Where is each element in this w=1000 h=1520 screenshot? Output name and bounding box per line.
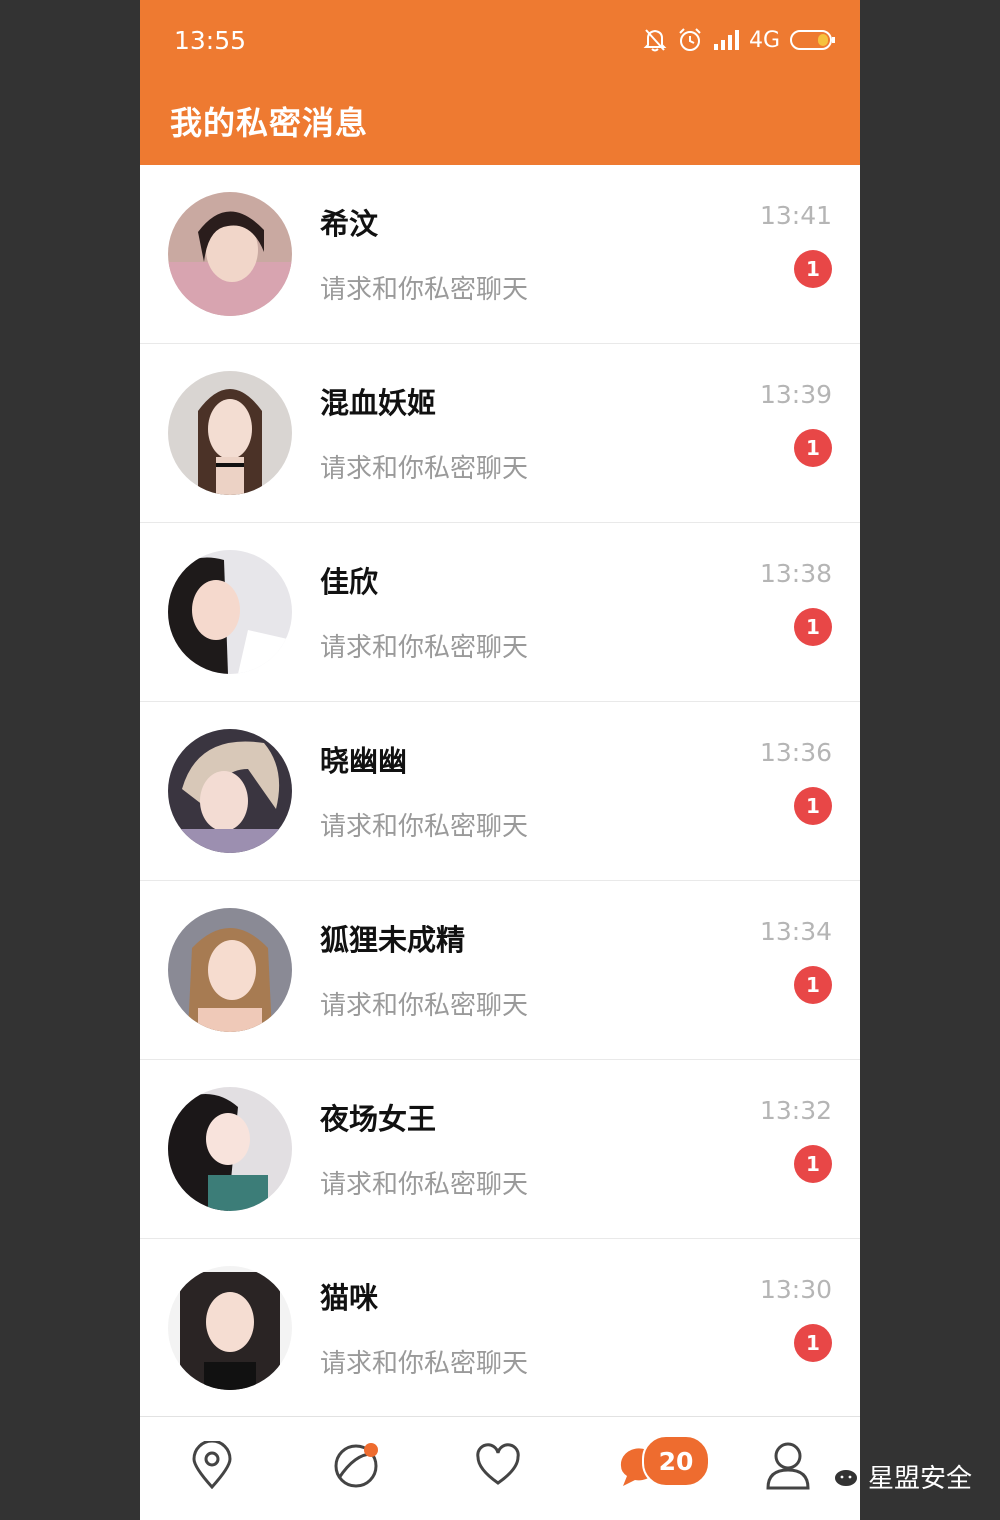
conversation-row[interactable]: 希汶 请求和你私密聊天 13:41 1 xyxy=(140,165,860,344)
user-icon xyxy=(765,1440,811,1494)
contact-name: 猫咪 xyxy=(320,1281,379,1315)
avatar[interactable] xyxy=(168,1087,292,1211)
unread-badge: 1 xyxy=(794,429,832,467)
signal-icon xyxy=(713,30,739,50)
conversation-row[interactable]: 夜场女王 请求和你私密聊天 13:32 1 xyxy=(140,1060,860,1239)
alarm-icon xyxy=(677,27,703,53)
message-time: 13:34 xyxy=(759,917,832,946)
message-time: 13:41 xyxy=(759,201,832,230)
avatar[interactable] xyxy=(168,729,292,853)
bottom-tab-bar: 20 xyxy=(140,1416,860,1520)
avatar[interactable] xyxy=(168,1266,292,1390)
conversation-row[interactable]: 狐狸未成精 请求和你私密聊天 13:34 1 xyxy=(140,881,860,1060)
message-preview: 请求和你私密聊天 xyxy=(320,454,529,484)
tab-favorites[interactable] xyxy=(466,1435,530,1499)
unread-badge: 1 xyxy=(794,250,832,288)
message-preview: 请求和你私密聊天 xyxy=(320,1170,529,1200)
message-time: 13:32 xyxy=(759,1096,832,1125)
message-time: 13:36 xyxy=(759,738,832,767)
battery-icon xyxy=(790,29,836,51)
contact-name: 希汶 xyxy=(320,207,379,241)
message-preview: 请求和你私密聊天 xyxy=(320,275,529,305)
message-time: 13:30 xyxy=(759,1275,832,1304)
conversation-row[interactable]: 混血妖姬 请求和你私密聊天 13:39 1 xyxy=(140,344,860,523)
message-preview: 请求和你私密聊天 xyxy=(320,812,529,842)
phone-screen: 13:55 4G 我的私密消息 希汶 请求和你私密聊天 13:41 1 混血妖姬… xyxy=(140,0,860,1520)
message-preview: 请求和你私密聊天 xyxy=(320,1349,529,1379)
contact-name: 混血妖姬 xyxy=(320,386,437,420)
wechat-icon xyxy=(820,1456,860,1497)
message-preview: 请求和你私密聊天 xyxy=(320,991,529,1021)
unread-badge: 1 xyxy=(794,1324,832,1362)
tab-profile[interactable] xyxy=(756,1435,820,1499)
page-title: 我的私密消息 xyxy=(170,104,369,142)
conversation-list: 希汶 请求和你私密聊天 13:41 1 混血妖姬 请求和你私密聊天 13:39 … xyxy=(140,165,860,1418)
network-type: 4G xyxy=(748,27,780,53)
contact-name: 佳欣 xyxy=(320,565,379,599)
watermark-text: 星盟安全 xyxy=(868,1464,973,1494)
message-preview: 请求和你私密聊天 xyxy=(320,633,529,663)
conversation-row[interactable]: 猫咪 请求和你私密聊天 13:30 1 xyxy=(140,1239,860,1418)
status-icons: 4G xyxy=(643,24,836,56)
messages-count-badge: 20 xyxy=(642,1435,710,1487)
location-pin-icon xyxy=(190,1439,234,1493)
contact-name: 狐狸未成精 xyxy=(320,923,466,957)
conversation-row[interactable]: 晓幽幽 请求和你私密聊天 13:36 1 xyxy=(140,702,860,881)
unread-badge: 1 xyxy=(794,787,832,825)
app-header: 13:55 4G 我的私密消息 xyxy=(140,0,860,165)
message-time: 13:38 xyxy=(759,559,832,588)
watermark: 星盟安全 xyxy=(820,1456,972,1497)
tab-nearby[interactable] xyxy=(180,1435,244,1499)
message-time: 13:39 xyxy=(759,380,832,409)
new-dot-badge xyxy=(364,1443,378,1457)
avatar[interactable] xyxy=(168,550,292,674)
heart-icon xyxy=(474,1443,522,1491)
unread-badge: 1 xyxy=(794,966,832,1004)
tab-discover[interactable] xyxy=(324,1435,388,1499)
status-time: 13:55 xyxy=(174,26,247,55)
unread-badge: 1 xyxy=(794,1145,832,1183)
avatar[interactable] xyxy=(168,371,292,495)
unread-badge: 1 xyxy=(794,608,832,646)
mute-bell-icon xyxy=(643,27,667,53)
avatar[interactable] xyxy=(168,908,292,1032)
avatar[interactable] xyxy=(168,192,292,316)
conversation-row[interactable]: 佳欣 请求和你私密聊天 13:38 1 xyxy=(140,523,860,702)
contact-name: 晓幽幽 xyxy=(320,744,408,778)
contact-name: 夜场女王 xyxy=(320,1102,437,1136)
